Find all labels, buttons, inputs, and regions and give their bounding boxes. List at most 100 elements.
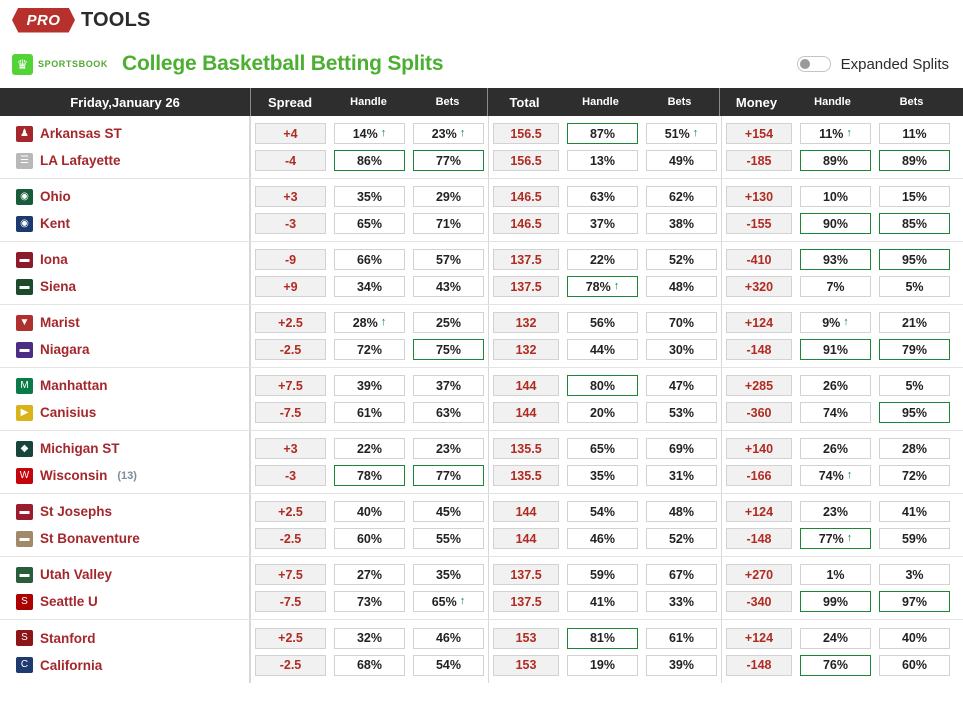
money-cell[interactable]: -410 xyxy=(726,249,792,270)
spread-handle-cell[interactable]: 40% xyxy=(334,501,405,522)
money-bets-cell[interactable]: 79% xyxy=(879,339,950,360)
team-entry[interactable]: ◉ Ohio xyxy=(16,186,249,207)
total-cell[interactable]: 137.5 xyxy=(493,564,559,585)
money-bets-cell[interactable]: 5% xyxy=(879,276,950,297)
total-bets-cell[interactable]: 52% xyxy=(646,528,717,549)
total-bets-cell[interactable]: 62% xyxy=(646,186,717,207)
spread-cell[interactable]: +7.5 xyxy=(255,564,326,585)
total-handle-cell[interactable]: 41% xyxy=(567,591,638,612)
money-cell[interactable]: +140 xyxy=(726,438,792,459)
total-cell[interactable]: 137.5 xyxy=(493,591,559,612)
spread-handle-cell[interactable]: 68% xyxy=(334,654,405,676)
spread-bets-cell[interactable]: 46% xyxy=(413,627,484,649)
money-handle-cell[interactable]: 74% ↑ xyxy=(800,465,871,486)
money-cell[interactable]: -340 xyxy=(726,591,792,612)
spread-cell[interactable]: -2.5 xyxy=(255,654,326,676)
spread-handle-cell[interactable]: 32% xyxy=(334,627,405,649)
money-handle-cell[interactable]: 10% xyxy=(800,186,871,207)
total-handle-cell[interactable]: 63% xyxy=(567,186,638,207)
total-bets-cell[interactable]: 70% xyxy=(646,312,717,333)
team-entry[interactable]: ▶ Canisius xyxy=(16,402,249,423)
total-cell[interactable]: 132 xyxy=(493,339,559,360)
team-entry[interactable]: S Seattle U xyxy=(16,591,249,612)
header-money-bets[interactable]: Bets xyxy=(872,88,951,116)
total-handle-cell[interactable]: 20% xyxy=(567,402,638,423)
header-money[interactable]: Money xyxy=(719,88,793,116)
team-entry[interactable]: ▬ Iona xyxy=(16,249,249,270)
total-cell[interactable]: 135.5 xyxy=(493,438,559,459)
money-bets-cell[interactable]: 21% xyxy=(879,312,950,333)
team-entry[interactable]: S Stanford xyxy=(16,628,249,649)
spread-bets-cell[interactable]: 54% xyxy=(413,654,484,676)
spread-cell[interactable]: +2.5 xyxy=(255,501,326,522)
total-cell[interactable]: 144 xyxy=(493,375,559,396)
team-entry[interactable]: ♟ Arkansas ST xyxy=(16,123,249,144)
header-total[interactable]: Total xyxy=(487,88,561,116)
header-total-handle[interactable]: Handle xyxy=(561,88,640,116)
team-entry[interactable]: ▬ St Josephs xyxy=(16,501,249,522)
money-bets-cell[interactable]: 5% xyxy=(879,375,950,396)
spread-cell[interactable]: +3 xyxy=(255,186,326,207)
money-cell[interactable]: -360 xyxy=(726,402,792,423)
spread-handle-cell[interactable]: 34% xyxy=(334,276,405,297)
spread-cell[interactable]: +3 xyxy=(255,438,326,459)
money-cell[interactable]: +154 xyxy=(726,123,792,144)
header-spread[interactable]: Spread xyxy=(250,88,329,116)
spread-cell[interactable]: -3 xyxy=(255,213,326,234)
total-cell[interactable]: 156.5 xyxy=(493,150,559,171)
money-handle-cell[interactable]: 99% xyxy=(800,591,871,612)
money-cell[interactable]: -148 xyxy=(726,654,792,676)
total-handle-cell[interactable]: 80% xyxy=(567,375,638,396)
total-handle-cell[interactable]: 37% xyxy=(567,213,638,234)
team-entry[interactable]: M Manhattan xyxy=(16,375,249,396)
money-handle-cell[interactable]: 89% xyxy=(800,150,871,171)
total-cell[interactable]: 137.5 xyxy=(493,276,559,297)
spread-handle-cell[interactable]: 61% xyxy=(334,402,405,423)
spread-handle-cell[interactable]: 78% xyxy=(334,465,405,486)
spread-bets-cell[interactable]: 77% xyxy=(413,150,484,171)
total-bets-cell[interactable]: 61% xyxy=(646,627,717,649)
total-cell[interactable]: 153 xyxy=(493,627,559,649)
team-entry[interactable]: C California xyxy=(16,655,249,676)
money-bets-cell[interactable]: 72% xyxy=(879,465,950,486)
total-bets-cell[interactable]: 30% xyxy=(646,339,717,360)
spread-cell[interactable]: -7.5 xyxy=(255,402,326,423)
money-bets-cell[interactable]: 85% xyxy=(879,213,950,234)
total-handle-cell[interactable]: 78% ↑ xyxy=(567,276,638,297)
money-handle-cell[interactable]: 7% xyxy=(800,276,871,297)
spread-bets-cell[interactable]: 45% xyxy=(413,501,484,522)
money-cell[interactable]: -166 xyxy=(726,465,792,486)
team-entry[interactable]: ◉ Kent xyxy=(16,213,249,234)
money-handle-cell[interactable]: 24% xyxy=(800,627,871,649)
team-entry[interactable]: W Wisconsin (13) xyxy=(16,465,249,486)
team-entry[interactable]: ☰ LA Lafayette xyxy=(16,150,249,171)
spread-cell[interactable]: -4 xyxy=(255,150,326,171)
spread-cell[interactable]: +2.5 xyxy=(255,312,326,333)
team-entry[interactable]: ◆ Michigan ST xyxy=(16,438,249,459)
money-bets-cell[interactable]: 3% xyxy=(879,564,950,585)
spread-handle-cell[interactable]: 65% xyxy=(334,213,405,234)
spread-bets-cell[interactable]: 75% xyxy=(413,339,484,360)
money-handle-cell[interactable]: 74% xyxy=(800,402,871,423)
total-handle-cell[interactable]: 19% xyxy=(567,654,638,676)
total-bets-cell[interactable]: 33% xyxy=(646,591,717,612)
total-cell[interactable]: 135.5 xyxy=(493,465,559,486)
money-cell[interactable]: +124 xyxy=(726,312,792,333)
total-bets-cell[interactable]: 47% xyxy=(646,375,717,396)
money-bets-cell[interactable]: 89% xyxy=(879,150,950,171)
money-bets-cell[interactable]: 95% xyxy=(879,402,950,423)
spread-handle-cell[interactable]: 39% xyxy=(334,375,405,396)
money-bets-cell[interactable]: 40% xyxy=(879,627,950,649)
money-handle-cell[interactable]: 9% ↑ xyxy=(800,312,871,333)
total-handle-cell[interactable]: 13% xyxy=(567,150,638,171)
spread-cell[interactable]: +9 xyxy=(255,276,326,297)
total-handle-cell[interactable]: 22% xyxy=(567,249,638,270)
money-cell[interactable]: -148 xyxy=(726,528,792,549)
money-cell[interactable]: +124 xyxy=(726,501,792,522)
spread-handle-cell[interactable]: 86% xyxy=(334,150,405,171)
spread-cell[interactable]: -2.5 xyxy=(255,339,326,360)
total-cell[interactable]: 144 xyxy=(493,501,559,522)
team-entry[interactable]: ▬ Siena xyxy=(16,276,249,297)
money-handle-cell[interactable]: 26% xyxy=(800,375,871,396)
spread-bets-cell[interactable]: 23% xyxy=(413,438,484,459)
